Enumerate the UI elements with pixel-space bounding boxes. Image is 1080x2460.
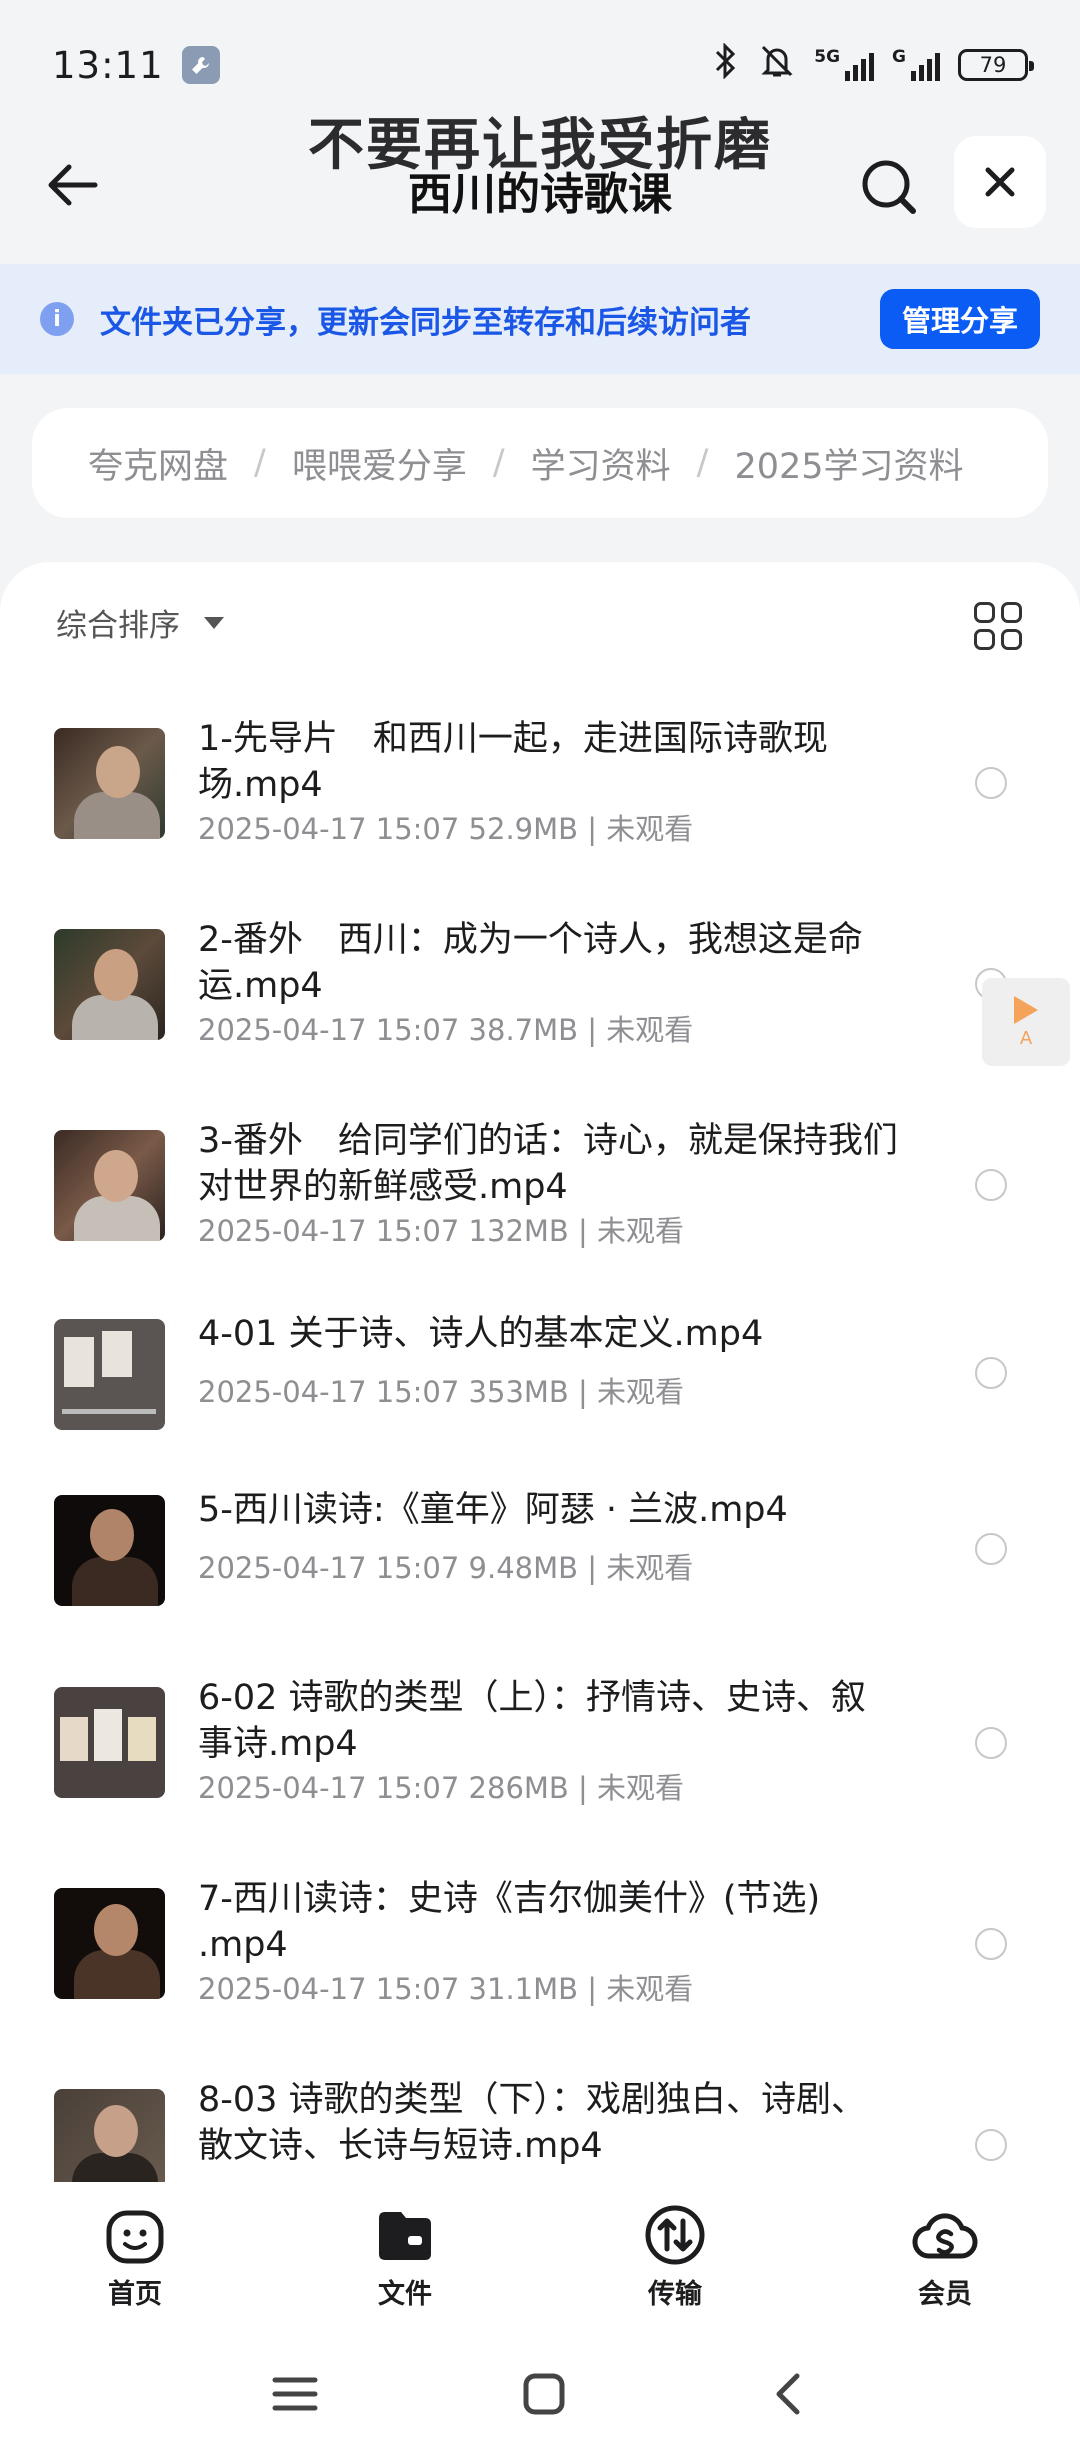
breadcrumb-separator: / xyxy=(254,443,266,483)
file-meta: 2025-04-17 15:07 353MB | 未观看 xyxy=(198,1375,685,1409)
select-radio[interactable] xyxy=(975,1727,1007,1759)
select-radio[interactable] xyxy=(975,2129,1007,2161)
file-meta: 2025-04-17 15:07 9.48MB | 未观看 xyxy=(198,1551,694,1585)
video-thumbnail xyxy=(54,1888,165,1999)
video-thumbnail xyxy=(54,929,165,1040)
file-panel: 综合排序 1-先导片 和西川一起，走进国际诗歌现场.mp4 2025-04-17… xyxy=(0,562,1080,2182)
file-name: 7-西川读诗：史诗《吉尔伽美什》(节选) .mp4 xyxy=(198,1879,821,1965)
file-meta: 2025-04-17 15:07 31.1MB | 未观看 xyxy=(198,1972,694,2006)
select-radio[interactable] xyxy=(975,1533,1007,1565)
tab-transfer-label: 传输 xyxy=(648,2279,702,2310)
select-radio[interactable] xyxy=(975,1357,1007,1389)
status-time: 13:11 xyxy=(52,43,164,87)
wrench-icon xyxy=(181,46,220,84)
transfer-icon xyxy=(642,2202,708,2268)
system-nav-bar xyxy=(0,2332,1080,2460)
header: 不要再让我受折磨 西川的诗歌课 xyxy=(0,100,1080,260)
signal-5g-icon: 5G xyxy=(814,49,875,81)
file-name: 3-番外 给同学们的话：诗心，就是保持我们对世界的新鲜感受.mp4 xyxy=(198,1121,898,1207)
breadcrumb-separator: / xyxy=(696,443,709,483)
video-thumbnail xyxy=(54,1130,165,1241)
video-thumbnail xyxy=(54,1319,165,1430)
tab-files-label: 文件 xyxy=(378,2279,432,2310)
menu-icon[interactable] xyxy=(271,2374,319,2418)
file-name: 1-先导片 和西川一起，走进国际诗歌现场.mp4 xyxy=(198,719,828,805)
close-icon xyxy=(985,167,1015,197)
video-thumbnail xyxy=(54,1495,165,1606)
floating-player-button[interactable]: A xyxy=(982,978,1070,1066)
close-button[interactable] xyxy=(954,136,1046,228)
grid-icon xyxy=(974,602,995,623)
grid-view-button[interactable] xyxy=(974,602,1022,650)
sort-dropdown[interactable]: 综合排序 xyxy=(56,600,224,645)
breadcrumb-item[interactable]: 学习资料 xyxy=(531,438,671,489)
file-name: 2-番外 西川：成为一个诗人，我想这是命运.mp4 xyxy=(198,920,863,1006)
play-icon xyxy=(1014,995,1038,1024)
cloud-member-icon xyxy=(912,2202,978,2268)
select-radio[interactable] xyxy=(975,767,1007,799)
smiley-home-icon xyxy=(102,2202,168,2268)
file-meta: 2025-04-17 15:07 286MB | 未观看 xyxy=(198,1771,685,1805)
tab-home[interactable]: 首页 xyxy=(0,2182,270,2332)
tab-home-label: 首页 xyxy=(108,2279,162,2310)
file-row[interactable]: 7-西川读诗：史诗《吉尔伽美什》(节选) .mp4 2025-04-17 15:… xyxy=(0,1872,1080,2073)
manage-share-button[interactable]: 管理分享 xyxy=(879,289,1040,349)
video-thumbnail xyxy=(54,1687,165,1798)
file-name: 5-西川读诗:《童年》阿瑟 · 兰波.mp4 xyxy=(198,1490,788,1530)
share-banner: i 文件夹已分享，更新会同步至转存和后续访问者 管理分享 xyxy=(0,264,1080,374)
breadcrumb-separator: / xyxy=(492,443,505,483)
back-chevron-icon[interactable] xyxy=(769,2370,809,2422)
file-row[interactable]: 4-01 关于诗、诗人的基本定义.mp4 2025-04-17 15:07 35… xyxy=(0,1305,1080,1481)
info-icon: i xyxy=(40,302,74,336)
search-icon xyxy=(862,160,916,214)
select-radio[interactable] xyxy=(975,1169,1007,1201)
file-list: 1-先导片 和西川一起，走进国际诗歌现场.mp4 2025-04-17 15:0… xyxy=(0,702,1080,2182)
folder-icon xyxy=(372,2202,438,2268)
bluetooth-icon xyxy=(710,41,740,88)
caret-down-icon xyxy=(204,616,224,629)
tab-files[interactable]: 文件 xyxy=(270,2182,540,2332)
tab-member-label: 会员 xyxy=(918,2279,972,2310)
signal-g-icon: G xyxy=(892,49,940,81)
file-row[interactable]: 8-03 诗歌的类型（下）：戏剧独白、诗剧、散文诗、长诗与短诗.mp4 xyxy=(0,2073,1080,2182)
file-meta: 2025-04-17 15:07 38.7MB | 未观看 xyxy=(198,1013,694,1047)
tab-transfer[interactable]: 传输 xyxy=(540,2182,810,2332)
home-square-icon[interactable] xyxy=(521,2371,567,2421)
file-row[interactable]: 3-番外 给同学们的话：诗心，就是保持我们对世界的新鲜感受.mp4 2025-0… xyxy=(0,1104,1080,1305)
file-name: 8-03 诗歌的类型（下）：戏剧独白、诗剧、散文诗、长诗与短诗.mp4 xyxy=(198,2080,867,2166)
share-banner-text: 文件夹已分享，更新会同步至转存和后续访问者 xyxy=(100,304,751,341)
file-name: 6-02 诗歌的类型（上）：抒情诗、史诗、叙事诗.mp4 xyxy=(198,1678,867,1764)
sort-label: 综合排序 xyxy=(56,608,180,644)
file-row[interactable]: 6-02 诗歌的类型（上）：抒情诗、史诗、叙事诗.mp4 2025-04-17 … xyxy=(0,1671,1080,1872)
select-radio[interactable] xyxy=(975,1928,1007,1960)
file-row[interactable]: 2-番外 西川：成为一个诗人，我想这是命运.mp4 2025-04-17 15:… xyxy=(0,903,1080,1104)
bottom-tab-bar: 首页 文件 传输 会员 xyxy=(0,2182,1080,2332)
file-meta: 2025-04-17 15:07 132MB | 未观看 xyxy=(198,1214,685,1248)
breadcrumb-item[interactable]: 喂喂爱分享 xyxy=(292,438,467,489)
video-thumbnail xyxy=(54,2089,165,2182)
tab-member[interactable]: 会员 xyxy=(810,2182,1080,2332)
mute-bell-icon xyxy=(758,42,796,89)
file-name: 4-01 关于诗、诗人的基本定义.mp4 xyxy=(198,1314,764,1354)
file-row[interactable]: 1-先导片 和西川一起，走进国际诗歌现场.mp4 2025-04-17 15:0… xyxy=(0,702,1080,903)
breadcrumb-item[interactable]: 夸克网盘 xyxy=(88,438,228,489)
floating-player-label: A xyxy=(1019,1027,1033,1049)
breadcrumb: 夸克网盘 / 喂喂爱分享 / 学习资料 / 2025学习资料 xyxy=(32,408,1048,518)
battery-indicator: 79 xyxy=(958,49,1034,81)
search-button[interactable] xyxy=(854,152,924,222)
breadcrumb-item[interactable]: 2025学习资料 xyxy=(734,438,963,489)
video-thumbnail xyxy=(54,728,165,839)
file-meta: 2025-04-17 15:07 52.9MB | 未观看 xyxy=(198,812,694,846)
file-row[interactable]: 5-西川读诗:《童年》阿瑟 · 兰波.mp4 2025-04-17 15:07 … xyxy=(0,1481,1080,1671)
